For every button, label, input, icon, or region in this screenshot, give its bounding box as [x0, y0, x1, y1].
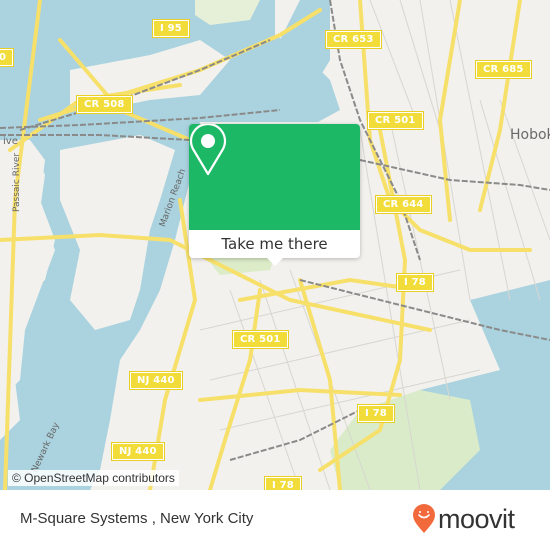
road-shield-edge-left: 0 [0, 48, 15, 67]
location-title: M-Square Systems , New York City [20, 510, 254, 527]
moovit-pin-icon [413, 504, 435, 533]
road-shield-i78-east: I 78 [396, 273, 434, 292]
popup-header [189, 124, 360, 230]
water-label-river-fragment: ive [3, 136, 18, 147]
take-me-there-button[interactable]: Take me there [189, 230, 360, 258]
popup-pointer [267, 258, 283, 266]
road-shield-cr644: CR 644 [375, 195, 432, 214]
road-shield-nj440-south: NJ 440 [111, 442, 165, 461]
place-label-hoboken: Hobok [510, 127, 550, 143]
road-shield-cr653: CR 653 [325, 30, 382, 49]
road-shield-nj440-north: NJ 440 [129, 371, 183, 390]
road-shield-cr501-north: CR 501 [367, 111, 424, 130]
brand-name: moovit [438, 504, 515, 534]
road-shield-cr501-south: CR 501 [232, 330, 289, 349]
road-shield-cr508: CR 508 [76, 95, 133, 114]
road-shield-i95: I 95 [152, 19, 190, 38]
map-attribution[interactable]: © OpenStreetMap contributors [8, 470, 179, 486]
road-shield-cr685: CR 685 [475, 60, 532, 79]
water-label-passaic-river: Passaic River [12, 152, 22, 212]
moovit-logo[interactable]: moovit [412, 504, 515, 534]
footer-bar: M-Square Systems , New York City moovit [0, 490, 550, 550]
location-popup[interactable]: Take me there [189, 124, 360, 266]
location-pin-icon [189, 124, 227, 176]
map-canvas[interactable]: I 95 CR 653 CR 685 CR 508 CR 501 CR 644 … [0, 0, 550, 490]
road-shield-i78-bottom: I 78 [264, 476, 302, 490]
road-shield-i78-southeast: I 78 [357, 404, 395, 423]
